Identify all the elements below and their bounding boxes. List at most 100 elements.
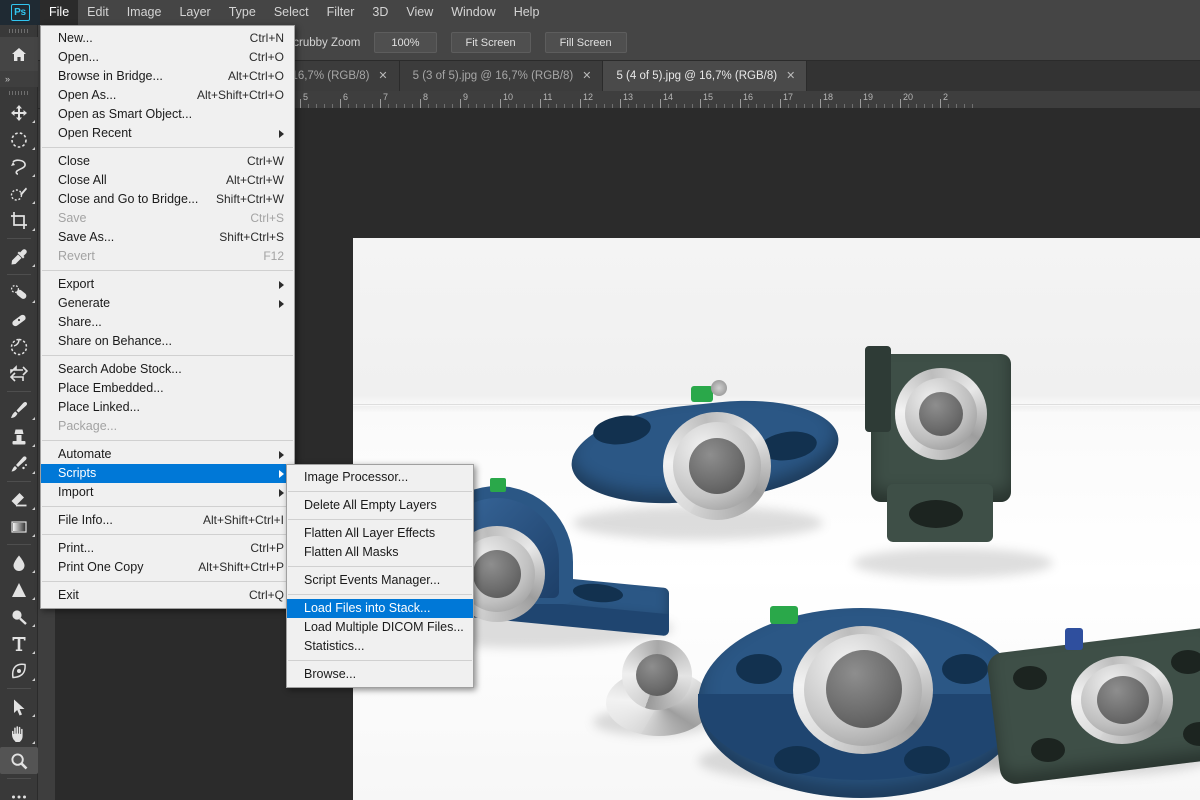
toolbar-grip[interactable]	[0, 25, 38, 37]
menu-item-script-events-manager[interactable]: Script Events Manager...	[287, 571, 473, 590]
menu-item-flatten-all-masks[interactable]: Flatten All Masks	[287, 543, 473, 562]
tool-flyout-triangle-icon[interactable]	[32, 624, 35, 627]
burn-tool[interactable]	[0, 603, 38, 630]
tool-flyout-triangle-icon[interactable]	[32, 264, 35, 267]
content-aware-move-tool[interactable]	[0, 360, 38, 387]
patch-tool[interactable]	[0, 333, 38, 360]
tool-flyout-triangle-icon[interactable]	[32, 417, 35, 420]
tool-flyout-triangle-icon[interactable]	[32, 741, 35, 744]
menu-item-export[interactable]: Export	[41, 275, 294, 294]
tool-flyout-triangle-icon[interactable]	[32, 300, 35, 303]
menu-item-load-multiple-dicom-files[interactable]: Load Multiple DICOM Files...	[287, 618, 473, 637]
menu-item-print[interactable]: Print... Ctrl+P	[41, 539, 294, 558]
quick-selection-tool[interactable]	[0, 180, 38, 207]
path-selection-tool[interactable]	[0, 693, 38, 720]
menu-item-image-processor[interactable]: Image Processor...	[287, 468, 473, 487]
eraser-tool[interactable]	[0, 486, 38, 513]
menu-edit[interactable]: Edit	[78, 0, 118, 25]
menu-item-close-and-go-to-bridge[interactable]: Close and Go to Bridge... Shift+Ctrl+W	[41, 190, 294, 209]
tools-drag-grip[interactable]	[0, 87, 38, 99]
menu-item-automate[interactable]: Automate	[41, 445, 294, 464]
gradient-tool[interactable]	[0, 513, 38, 540]
menu-item-browse-in-bridge[interactable]: Browse in Bridge... Alt+Ctrl+O	[41, 67, 294, 86]
home-icon[interactable]	[0, 37, 38, 71]
close-icon[interactable]: ✕	[378, 70, 387, 82]
pen-tool[interactable]	[0, 657, 38, 684]
menu-item-load-files-into-stack[interactable]: Load Files into Stack...	[287, 599, 473, 618]
menu-item-share-on-behance[interactable]: Share on Behance...	[41, 332, 294, 351]
menu-help[interactable]: Help	[505, 0, 549, 25]
tool-flyout-triangle-icon[interactable]	[32, 201, 35, 204]
menu-item-scripts[interactable]: Scripts	[41, 464, 294, 483]
dodge-tool[interactable]	[0, 576, 38, 603]
document-image[interactable]	[353, 238, 1200, 800]
menu-item-exit[interactable]: Exit Ctrl+Q	[41, 586, 294, 605]
tool-flyout-triangle-icon[interactable]	[32, 228, 35, 231]
close-icon[interactable]: ✕	[582, 70, 591, 82]
menu-file[interactable]: File	[40, 0, 79, 25]
edit-toolbar[interactable]	[0, 783, 38, 800]
clone-stamp-tool[interactable]	[0, 423, 38, 450]
menu-item-open-as-smart-object[interactable]: Open as Smart Object...	[41, 105, 294, 124]
document-tab[interactable]: 5 (4 of 5).jpg @ 16,7% (RGB/8) ✕	[603, 61, 808, 91]
fit-screen-button[interactable]: Fit Screen	[450, 32, 531, 53]
menu-item-flatten-all-layer-effects[interactable]: Flatten All Layer Effects	[287, 524, 473, 543]
healing-brush-tool[interactable]	[0, 306, 38, 333]
menu-3d[interactable]: 3D	[363, 0, 397, 25]
menu-item-open-recent[interactable]: Open Recent	[41, 124, 294, 143]
tool-flyout-triangle-icon[interactable]	[32, 444, 35, 447]
menu-item-statistics[interactable]: Statistics...	[287, 637, 473, 656]
menu-type[interactable]: Type	[220, 0, 265, 25]
history-brush-tool[interactable]	[0, 450, 38, 477]
eyedropper-tool[interactable]	[0, 243, 38, 270]
double-chevron-right-icon[interactable]: »	[0, 71, 38, 87]
menu-image[interactable]: Image	[118, 0, 171, 25]
tool-flyout-triangle-icon[interactable]	[32, 120, 35, 123]
menu-window[interactable]: Window	[442, 0, 504, 25]
menu-filter[interactable]: Filter	[318, 0, 364, 25]
fill-screen-button[interactable]: Fill Screen	[544, 32, 627, 53]
tool-flyout-triangle-icon[interactable]	[32, 471, 35, 474]
menu-select[interactable]: Select	[265, 0, 318, 25]
elliptical-marquee-tool[interactable]	[0, 126, 38, 153]
menu-view[interactable]: View	[397, 0, 442, 25]
menu-layer[interactable]: Layer	[170, 0, 219, 25]
scripts-submenu-dropdown[interactable]: Image Processor... Delete All Empty Layer…	[286, 464, 474, 688]
crop-tool[interactable]	[0, 207, 38, 234]
menu-item-share[interactable]: Share...	[41, 313, 294, 332]
file-menu-dropdown[interactable]: New... Ctrl+N Open... Ctrl+O Browse in Bridg…	[40, 25, 295, 609]
tool-flyout-triangle-icon[interactable]	[32, 714, 35, 717]
menu-item-close[interactable]: Close Ctrl+W	[41, 152, 294, 171]
tool-flyout-triangle-icon[interactable]	[32, 147, 35, 150]
menu-item-generate[interactable]: Generate	[41, 294, 294, 313]
menu-item-open[interactable]: Open... Ctrl+O	[41, 48, 294, 67]
menu-item-file-info[interactable]: File Info... Alt+Shift+Ctrl+I	[41, 511, 294, 530]
tool-flyout-triangle-icon[interactable]	[32, 534, 35, 537]
zoom-tool[interactable]	[0, 747, 38, 774]
menu-item-new[interactable]: New... Ctrl+N	[41, 29, 294, 48]
blur-tool[interactable]	[0, 549, 38, 576]
document-tab[interactable]: 5 (3 of 5).jpg @ 16,7% (RGB/8) ✕	[399, 61, 604, 91]
menu-item-place-embedded[interactable]: Place Embedded...	[41, 379, 294, 398]
move-tool[interactable]	[0, 99, 38, 126]
tool-flyout-triangle-icon[interactable]	[32, 507, 35, 510]
tool-flyout-triangle-icon[interactable]	[32, 678, 35, 681]
menu-item-open-as[interactable]: Open As... Alt+Shift+Ctrl+O	[41, 86, 294, 105]
tool-flyout-triangle-icon[interactable]	[32, 651, 35, 654]
tool-flyout-triangle-icon[interactable]	[32, 570, 35, 573]
brush-tool[interactable]	[0, 396, 38, 423]
lasso-tool[interactable]	[0, 153, 38, 180]
tool-flyout-triangle-icon[interactable]	[32, 174, 35, 177]
menu-item-place-linked[interactable]: Place Linked...	[41, 398, 294, 417]
menu-item-browse[interactable]: Browse...	[287, 665, 473, 684]
menu-item-delete-all-empty-layers[interactable]: Delete All Empty Layers	[287, 496, 473, 515]
menu-item-close-all[interactable]: Close All Alt+Ctrl+W	[41, 171, 294, 190]
menu-item-save-as[interactable]: Save As... Shift+Ctrl+S	[41, 228, 294, 247]
tool-flyout-triangle-icon[interactable]	[32, 597, 35, 600]
menu-item-search-adobe-stock[interactable]: Search Adobe Stock...	[41, 360, 294, 379]
menu-item-import[interactable]: Import	[41, 483, 294, 502]
spot-healing-brush-tool[interactable]	[0, 279, 38, 306]
close-icon[interactable]: ✕	[786, 70, 795, 82]
menu-item-print-one-copy[interactable]: Print One Copy Alt+Shift+Ctrl+P	[41, 558, 294, 577]
type-tool[interactable]	[0, 630, 38, 657]
